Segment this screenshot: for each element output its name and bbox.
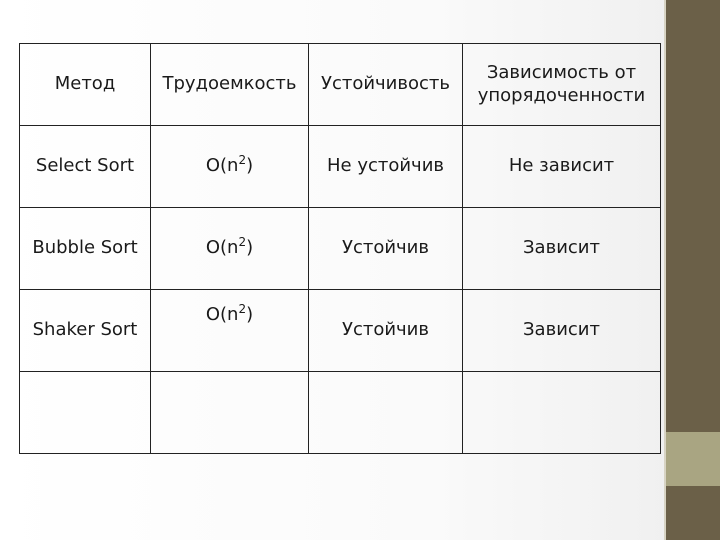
table-row-empty bbox=[19, 371, 661, 454]
cell-order-dependence: Зависит bbox=[462, 289, 661, 372]
sorting-comparison-table: Метод Трудоемкость Устойчивость Зависимо… bbox=[19, 43, 661, 454]
header-complexity: Трудоемкость bbox=[150, 43, 309, 126]
header-method: Метод bbox=[19, 43, 151, 126]
table-row: Bubble Sort O(n2) Устойчив Зависит bbox=[19, 207, 661, 290]
cell-complexity: O(n2) bbox=[150, 207, 309, 290]
cell-complexity bbox=[150, 371, 309, 454]
table-row: Select Sort O(n2) Не устойчив Не зависит bbox=[19, 125, 661, 208]
header-order-dependence: Зависимость от упорядоченности bbox=[462, 43, 661, 126]
cell-method: Select Sort bbox=[19, 125, 151, 208]
cell-stability bbox=[308, 371, 463, 454]
cell-stability: Устойчив bbox=[308, 207, 463, 290]
cell-order-dependence bbox=[462, 371, 661, 454]
table-row: Shaker Sort O(n2) Устойчив Зависит bbox=[19, 289, 661, 372]
cell-stability: Не устойчив bbox=[308, 125, 463, 208]
cell-method bbox=[19, 371, 151, 454]
table-header-row: Метод Трудоемкость Устойчивость Зависимо… bbox=[19, 43, 661, 126]
cell-order-dependence: Зависит bbox=[462, 207, 661, 290]
cell-order-dependence: Не зависит bbox=[462, 125, 661, 208]
cell-stability: Устойчив bbox=[308, 289, 463, 372]
header-stability: Устойчивость bbox=[308, 43, 463, 126]
cell-method: Bubble Sort bbox=[19, 207, 151, 290]
cell-complexity: O(n2) bbox=[150, 125, 309, 208]
cell-method: Shaker Sort bbox=[19, 289, 151, 372]
cell-complexity: O(n2) bbox=[150, 289, 309, 372]
side-decor-accent bbox=[666, 432, 720, 486]
